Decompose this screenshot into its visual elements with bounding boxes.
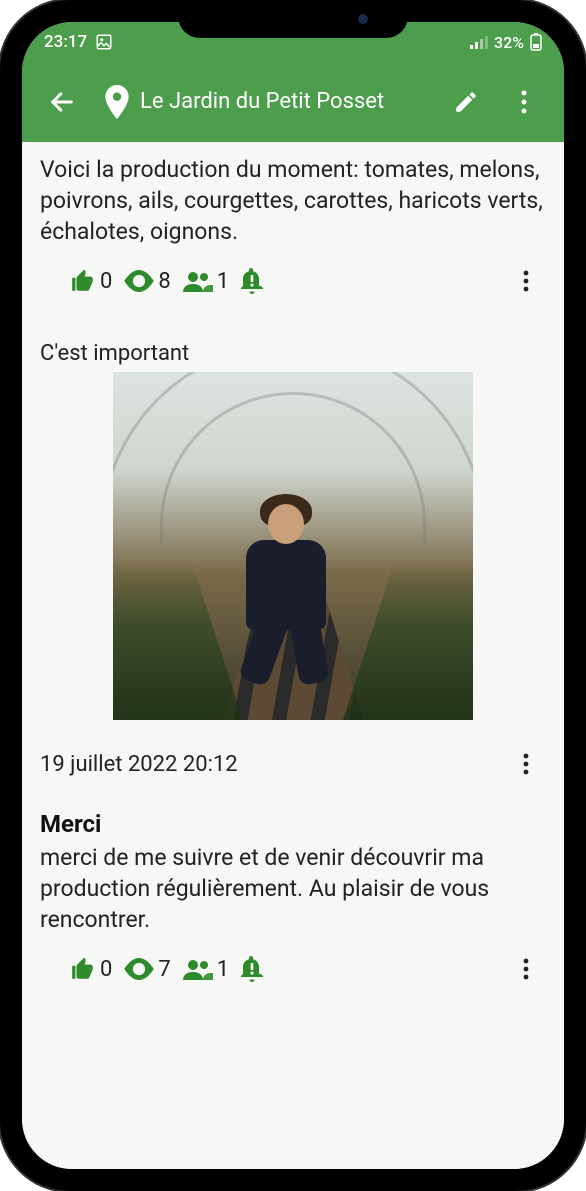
phone-frame: 23:17 32% Le Jardin du Petit Posset: [0, 0, 586, 1191]
pencil-icon: [453, 89, 479, 115]
eye-icon: [124, 958, 154, 980]
people-icon: [183, 958, 213, 980]
alert-stat[interactable]: [241, 956, 263, 982]
users-stat: 1: [183, 957, 233, 982]
post1-stats: 0 8 1: [40, 268, 263, 294]
kebab-icon: [523, 270, 529, 292]
like-button[interactable]: 0: [70, 956, 116, 982]
post2-body: merci de me suivre et de venir découvrir…: [40, 842, 546, 935]
users-stat: 1: [183, 269, 233, 294]
page-title: Le Jardin du Petit Posset: [140, 89, 384, 114]
thumb-up-icon: [70, 956, 96, 982]
overflow-menu-button[interactable]: [502, 80, 546, 124]
status-left: 23:17: [44, 32, 113, 52]
post2-timestamp: 19 juillet 2022 20:12: [40, 752, 238, 777]
arrow-left-icon: [48, 88, 76, 116]
post2-title: Merci: [40, 810, 546, 838]
thumb-up-icon: [70, 268, 96, 294]
content-scroll[interactable]: Voici la production du moment: tomates, …: [22, 142, 564, 1169]
post2-stats: 0 7 1: [40, 956, 263, 982]
screen: 23:17 32% Le Jardin du Petit Posset: [22, 22, 564, 1169]
app-bar: Le Jardin du Petit Posset: [22, 62, 564, 142]
post2-header-row: 19 juillet 2022 20:12: [40, 744, 546, 784]
kebab-icon: [521, 90, 527, 114]
views-stat: 7: [124, 957, 174, 982]
post-body: Voici la production du moment: tomates, …: [40, 154, 546, 247]
post-photo[interactable]: [113, 372, 473, 720]
bell-alert-icon: [241, 956, 263, 982]
people-icon: [183, 270, 213, 292]
post1-menu-button[interactable]: [506, 261, 546, 301]
post1-photo-wrap: [40, 372, 546, 720]
app-bar-title-wrap: Le Jardin du Petit Posset: [98, 85, 430, 119]
alert-stat[interactable]: [241, 268, 263, 294]
post2-stats-menu-button[interactable]: [506, 949, 546, 989]
battery-icon: [530, 33, 542, 51]
like-count: 0: [100, 957, 112, 982]
view-count: 8: [158, 269, 170, 294]
user-count: 1: [217, 269, 229, 294]
edit-button[interactable]: [444, 80, 488, 124]
status-time: 23:17: [44, 32, 87, 52]
post2-menu-button[interactable]: [506, 744, 546, 784]
signal-icon: [470, 35, 488, 49]
status-right: 32%: [470, 33, 542, 52]
image-icon: [95, 33, 113, 51]
like-count: 0: [100, 269, 112, 294]
view-count: 7: [158, 957, 170, 982]
views-stat: 8: [124, 269, 174, 294]
battery-percent: 32%: [494, 33, 524, 52]
bell-alert-icon: [241, 268, 263, 294]
post2-stats-row: 0 7 1: [40, 949, 546, 989]
phone-notch: [178, 0, 408, 38]
kebab-icon: [523, 753, 529, 775]
like-button[interactable]: 0: [70, 268, 116, 294]
back-button[interactable]: [40, 80, 84, 124]
location-pin-icon: [104, 85, 130, 119]
user-count: 1: [217, 957, 229, 982]
eye-icon: [124, 270, 154, 292]
kebab-icon: [523, 958, 529, 980]
post1-stats-row: 0 8 1: [40, 261, 546, 301]
important-label: C'est important: [40, 341, 546, 366]
